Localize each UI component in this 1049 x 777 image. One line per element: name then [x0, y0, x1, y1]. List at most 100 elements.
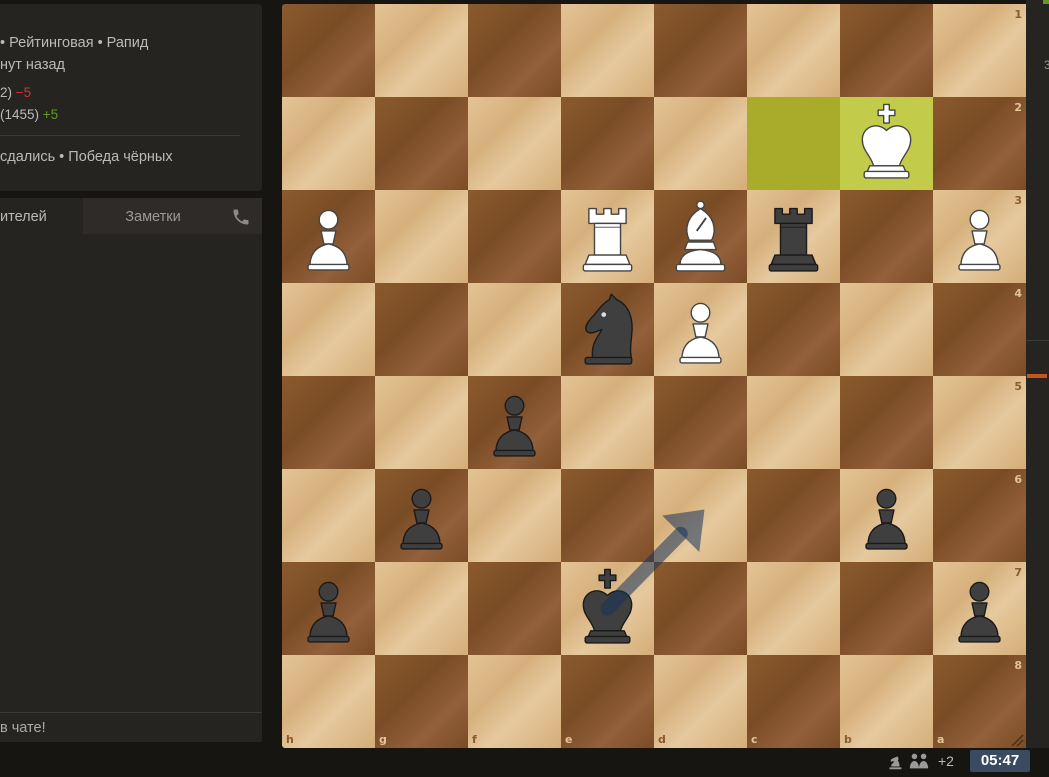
square-a7[interactable]: 7 — [933, 562, 1026, 655]
black-pawn-icon[interactable] — [933, 562, 1026, 655]
player-row-2[interactable]: (1455) +5 — [0, 104, 58, 126]
square-h2[interactable] — [282, 97, 375, 190]
moves-scroll-thumb[interactable] — [1027, 374, 1047, 378]
square-a3[interactable]: 3 — [933, 190, 1026, 283]
square-c7[interactable] — [747, 562, 840, 655]
black-pawn-icon[interactable] — [468, 376, 561, 469]
square-h8[interactable]: h — [282, 655, 375, 748]
square-c2[interactable] — [747, 97, 840, 190]
square-b4[interactable] — [840, 283, 933, 376]
square-e2[interactable] — [561, 97, 654, 190]
square-g6[interactable] — [375, 469, 468, 562]
file-label: b — [844, 733, 852, 746]
square-d2[interactable] — [654, 97, 747, 190]
square-c3[interactable] — [747, 190, 840, 283]
tab-spectators[interactable]: ителей — [0, 198, 83, 234]
square-g2[interactable] — [375, 97, 468, 190]
file-label: f — [472, 733, 477, 746]
player-2-rating: (1455) — [0, 107, 40, 122]
square-c1[interactable] — [747, 4, 840, 97]
square-d7[interactable] — [654, 562, 747, 655]
square-g3[interactable] — [375, 190, 468, 283]
square-d8[interactable]: d — [654, 655, 747, 748]
square-h4[interactable] — [282, 283, 375, 376]
square-b5[interactable] — [840, 376, 933, 469]
tab-notes[interactable]: Заметки — [83, 198, 223, 234]
spectators-count: +2 — [938, 753, 954, 769]
square-b8[interactable]: b — [840, 655, 933, 748]
square-f6[interactable] — [468, 469, 561, 562]
square-f5[interactable] — [468, 376, 561, 469]
square-h3[interactable] — [282, 190, 375, 283]
board-resize-handle[interactable] — [1010, 733, 1024, 747]
phone-icon[interactable] — [231, 207, 251, 227]
square-c8[interactable]: c — [747, 655, 840, 748]
white-rook-icon[interactable] — [561, 190, 654, 283]
square-a2[interactable]: 2 — [933, 97, 1026, 190]
square-c4[interactable] — [747, 283, 840, 376]
square-a1[interactable]: 1 — [933, 4, 1026, 97]
knight-icon — [889, 756, 902, 770]
square-e7[interactable] — [561, 562, 654, 655]
white-pawn-icon[interactable] — [282, 190, 375, 283]
square-f2[interactable] — [468, 97, 561, 190]
rank-label: 4 — [1014, 287, 1022, 300]
square-c6[interactable] — [747, 469, 840, 562]
right-panel-mark: 3 — [1044, 58, 1049, 72]
square-d5[interactable] — [654, 376, 747, 469]
square-h6[interactable] — [282, 469, 375, 562]
square-f7[interactable] — [468, 562, 561, 655]
player-clock: 05:47 — [970, 750, 1030, 772]
square-b2[interactable] — [840, 97, 933, 190]
white-pawn-icon[interactable] — [933, 190, 1026, 283]
square-b3[interactable] — [840, 190, 933, 283]
square-e6[interactable] — [561, 469, 654, 562]
square-d3[interactable] — [654, 190, 747, 283]
square-e4[interactable] — [561, 283, 654, 376]
square-a5[interactable]: 5 — [933, 376, 1026, 469]
game-result: сдались • Победа чёрных — [0, 149, 173, 165]
black-pawn-icon[interactable] — [282, 562, 375, 655]
square-d1[interactable] — [654, 4, 747, 97]
square-g1[interactable] — [375, 4, 468, 97]
black-rook-icon[interactable] — [747, 190, 840, 283]
square-e1[interactable] — [561, 4, 654, 97]
square-c5[interactable] — [747, 376, 840, 469]
black-king-icon[interactable] — [561, 562, 654, 655]
black-knight-icon[interactable] — [561, 283, 654, 376]
black-pawn-icon[interactable] — [375, 469, 468, 562]
square-h7[interactable] — [282, 562, 375, 655]
square-g4[interactable] — [375, 283, 468, 376]
right-panel-separator — [1026, 340, 1049, 341]
square-h5[interactable] — [282, 376, 375, 469]
square-b7[interactable] — [840, 562, 933, 655]
square-b1[interactable] — [840, 4, 933, 97]
square-f4[interactable] — [468, 283, 561, 376]
file-label: e — [565, 733, 573, 746]
square-f8[interactable]: f — [468, 655, 561, 748]
white-pawn-icon[interactable] — [654, 283, 747, 376]
square-g8[interactable]: g — [375, 655, 468, 748]
chat-input[interactable] — [0, 712, 262, 742]
square-f3[interactable] — [468, 190, 561, 283]
file-label: g — [379, 733, 387, 746]
square-g5[interactable] — [375, 376, 468, 469]
square-a4[interactable]: 4 — [933, 283, 1026, 376]
chess-board[interactable]: 1 2 3 4 5 6 7 h g f e d c b 8 a — [282, 4, 1026, 748]
white-bishop-icon[interactable] — [654, 190, 747, 283]
square-e5[interactable] — [561, 376, 654, 469]
square-a6[interactable]: 6 — [933, 469, 1026, 562]
square-d4[interactable] — [654, 283, 747, 376]
white-king-icon[interactable] — [840, 97, 933, 190]
player-1-rating-diff: −5 — [15, 85, 32, 100]
black-pawn-icon[interactable] — [840, 469, 933, 562]
square-d6[interactable] — [654, 469, 747, 562]
square-e3[interactable] — [561, 190, 654, 283]
square-f1[interactable] — [468, 4, 561, 97]
square-g7[interactable] — [375, 562, 468, 655]
square-b6[interactable] — [840, 469, 933, 562]
square-e8[interactable]: e — [561, 655, 654, 748]
player-row-1[interactable]: 2) −5 — [0, 82, 58, 104]
players-list: 2) −5 (1455) +5 — [0, 82, 58, 126]
square-h1[interactable] — [282, 4, 375, 97]
